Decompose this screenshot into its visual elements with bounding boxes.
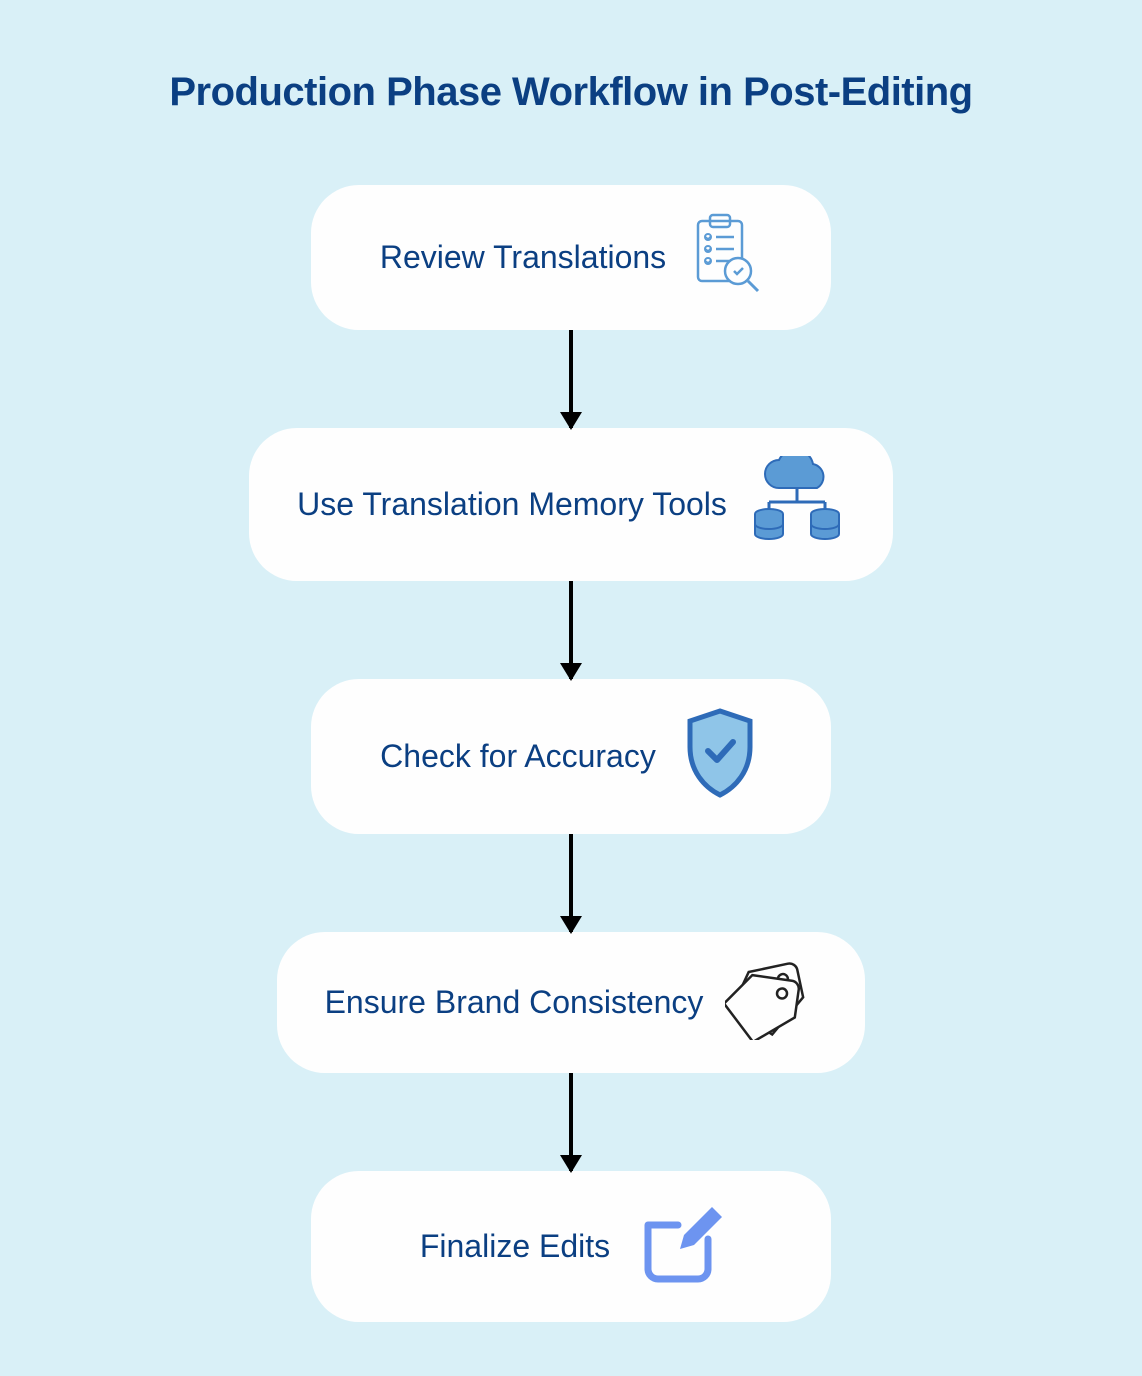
step-review-translations: Review Translations — [311, 185, 831, 330]
edit-icon — [632, 1199, 722, 1294]
page-title: Production Phase Workflow in Post-Editin… — [60, 70, 1082, 115]
step-label: Use Translation Memory Tools — [297, 486, 727, 523]
step-label: Check for Accuracy — [380, 738, 656, 775]
step-label: Review Translations — [380, 239, 666, 276]
step-finalize-edits: Finalize Edits — [311, 1171, 831, 1322]
arrow-icon — [569, 330, 573, 428]
step-label: Ensure Brand Consistency — [325, 984, 704, 1021]
shield-check-icon — [678, 707, 762, 806]
step-translation-memory: Use Translation Memory Tools — [249, 428, 893, 581]
step-brand-consistency: Ensure Brand Consistency — [277, 932, 866, 1073]
tags-icon — [725, 960, 817, 1045]
arrow-icon — [569, 834, 573, 932]
step-check-accuracy: Check for Accuracy — [311, 679, 831, 834]
arrow-icon — [569, 581, 573, 679]
step-label: Finalize Edits — [420, 1228, 610, 1265]
workflow-diagram: Review Translations Use Translat — [60, 185, 1082, 1322]
arrow-icon — [569, 1073, 573, 1171]
clipboard-search-icon — [688, 213, 762, 302]
cloud-database-icon — [749, 456, 845, 553]
